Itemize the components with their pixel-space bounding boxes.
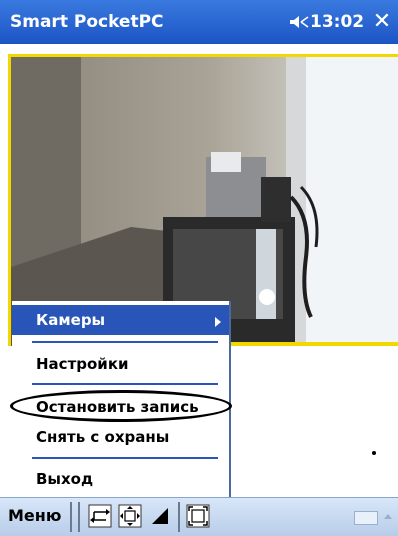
keyboard-arrow-icon[interactable] <box>384 514 392 519</box>
close-button[interactable]: ✕ <box>370 10 394 34</box>
menu-item-label: Камеры <box>36 311 106 329</box>
keyboard-icon[interactable] <box>354 511 378 525</box>
toolbar-separator <box>70 502 72 532</box>
menu-item-label: Снять с охраны <box>36 428 170 446</box>
highlight-ellipse <box>10 390 232 422</box>
menu-item-exit[interactable]: Выход <box>12 466 229 492</box>
fullscreen-icon[interactable] <box>186 504 210 528</box>
bottom-toolbar: Меню <box>0 497 398 536</box>
menu-item-disarm[interactable]: Снять с охраны <box>12 424 229 450</box>
menu-item-settings[interactable]: Настройки <box>12 351 229 377</box>
speaker-icon[interactable] <box>288 13 310 31</box>
dot-mark <box>372 451 376 455</box>
toolbar-separator <box>178 502 180 532</box>
video-border <box>228 342 398 346</box>
toolbar-separator <box>78 502 80 532</box>
menu-separator <box>32 457 218 459</box>
title-bar: Smart PocketPC 13:02 ✕ <box>0 0 398 44</box>
menu-item-cameras[interactable]: Камеры <box>12 305 229 335</box>
menu-separator <box>32 341 218 343</box>
submenu-arrow-icon <box>215 317 221 327</box>
signal-icon[interactable] <box>148 504 172 528</box>
menu-item-label: Выход <box>36 470 94 488</box>
clock[interactable]: 13:02 <box>310 12 364 32</box>
swap-icon[interactable] <box>88 504 112 528</box>
menu-item-label: Настройки <box>36 355 129 373</box>
menu-button[interactable]: Меню <box>8 506 61 525</box>
fit-to-screen-icon[interactable] <box>118 504 142 528</box>
menu-separator <box>32 383 218 385</box>
app-title: Smart PocketPC <box>10 12 164 32</box>
